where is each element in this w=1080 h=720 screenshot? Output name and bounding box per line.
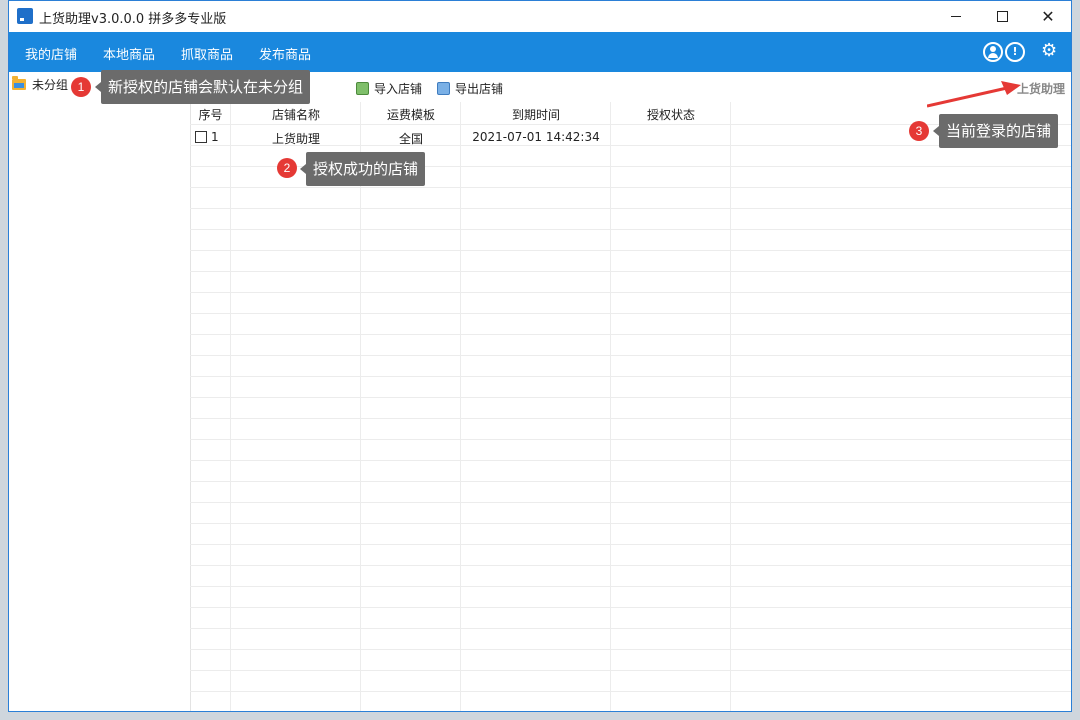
table-row-divider [190, 397, 1071, 398]
header-expiry[interactable]: 到期时间 [461, 106, 611, 123]
table-row-divider [190, 607, 1071, 608]
window-title: 上货助理v3.0.0.0 拼多多专业版 [39, 12, 227, 27]
arrow-icon [927, 81, 1021, 108]
group-ungrouped[interactable]: 未分组 [32, 76, 68, 93]
minimize-button[interactable] [933, 1, 979, 32]
annotation-tooltip-3: 当前登录的店铺 [932, 114, 1059, 148]
row-checkbox[interactable] [195, 131, 207, 143]
import-icon [356, 82, 369, 95]
table-row-divider [190, 313, 1071, 314]
table-row-divider [190, 586, 1071, 587]
shop-table: 序号 店铺名称 运费模板 到期时间 授权状态 1 上货助理 全国 2021-07… [190, 102, 1071, 711]
table-row-divider [190, 460, 1071, 461]
annotation-badge-1: 1 [71, 77, 91, 97]
column-template [361, 102, 461, 711]
annotation-tooltip-2: 授权成功的店铺 [299, 152, 426, 186]
table-row-divider [190, 376, 1071, 377]
menu-local-products[interactable]: 本地商品 [103, 44, 155, 63]
menu-fetch-products[interactable]: 抓取商品 [181, 44, 233, 63]
folder-icon [12, 76, 26, 90]
table-row-divider [190, 355, 1071, 356]
maximize-icon [996, 11, 1008, 22]
header-status[interactable]: 授权状态 [611, 106, 731, 123]
table-row-divider [190, 544, 1071, 545]
table-row-divider [190, 187, 1071, 188]
header-index[interactable]: 序号 [190, 106, 231, 123]
export-shop-label: 导出店铺 [455, 82, 504, 96]
header-template[interactable]: 运费模板 [361, 106, 461, 123]
close-icon: ✕ [1041, 7, 1055, 26]
column-expiry [461, 102, 611, 711]
user-icon[interactable] [983, 42, 1003, 62]
table-row-divider [190, 481, 1071, 482]
column-shop-name [231, 102, 361, 711]
table-row-divider [190, 271, 1071, 272]
export-icon [437, 82, 450, 95]
row-template: 全国 [398, 132, 423, 146]
table-row-divider [190, 628, 1071, 629]
annotation-tooltip-1: 新授权的店铺会默认在未分组 [94, 70, 311, 104]
table-row-divider [190, 292, 1071, 293]
annotation-badge-3: 3 [909, 121, 929, 141]
menu-bar: 我的店铺 本地商品 抓取商品 发布商品 ! ⚙ [9, 32, 1071, 72]
import-shop-button[interactable]: 导入店铺 [356, 80, 422, 97]
annotation-badge-2: 2 [277, 158, 297, 178]
table-row-divider [190, 250, 1071, 251]
table-row-divider [190, 208, 1071, 209]
header-shop-name[interactable]: 店铺名称 [231, 106, 361, 123]
minimize-icon [951, 16, 961, 17]
row-expiry: 2021-07-01 14:42:34 [472, 130, 600, 144]
table-row-divider [190, 502, 1071, 503]
row-shop-name[interactable]: 上货助理 [231, 130, 361, 147]
table-row-divider [190, 565, 1071, 566]
menu-publish-products[interactable]: 发布商品 [259, 44, 311, 63]
export-shop-button[interactable]: 导出店铺 [437, 80, 503, 97]
menu-my-shops[interactable]: 我的店铺 [25, 44, 77, 63]
import-shop-label: 导入店铺 [374, 82, 423, 96]
column-index [190, 102, 231, 711]
table-row-divider [190, 691, 1071, 692]
group-sidebar: 未分组 [9, 72, 191, 711]
table-row-divider [190, 439, 1071, 440]
title-bar: 上货助理v3.0.0.0 拼多多专业版 ✕ [9, 1, 1071, 32]
gear-icon[interactable]: ⚙ [1041, 42, 1057, 60]
column-status [611, 102, 731, 711]
table-row-divider [190, 523, 1071, 524]
table-row-divider [190, 229, 1071, 230]
maximize-button[interactable] [979, 1, 1025, 32]
info-icon[interactable]: ! [1005, 42, 1025, 62]
app-window: 上货助理v3.0.0.0 拼多多专业版 ✕ 我的店铺 本地商品 抓取商品 发布商… [8, 0, 1072, 712]
table-row-divider [190, 418, 1071, 419]
close-button[interactable]: ✕ [1025, 1, 1071, 32]
table-row-divider [190, 649, 1071, 650]
row-index: 1 [211, 130, 219, 144]
table-row-divider [190, 670, 1071, 671]
table-row-divider [190, 334, 1071, 335]
app-icon [17, 8, 33, 24]
